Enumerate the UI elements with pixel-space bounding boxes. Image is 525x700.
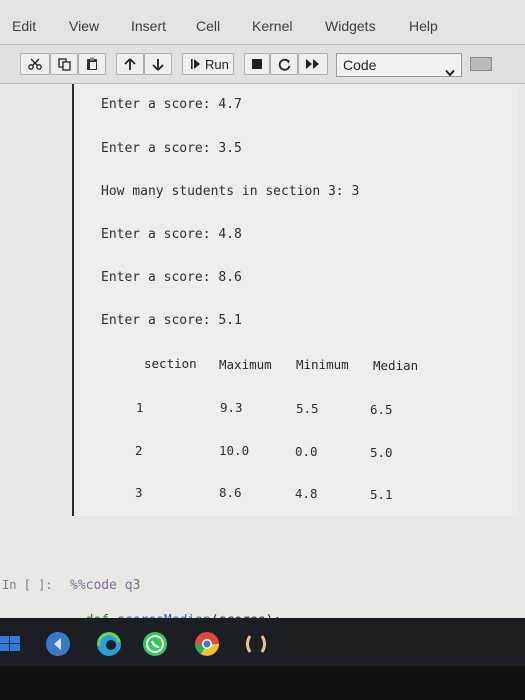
output-line: Enter a score: 4.7 — [101, 97, 242, 112]
stop-icon — [252, 59, 262, 69]
chevron-down-icon — [445, 61, 455, 83]
table-cell: 8.6 — [219, 485, 242, 500]
move-up-button[interactable] — [116, 53, 144, 75]
menu-insert[interactable]: Insert — [131, 18, 166, 34]
windows-icon[interactable] — [0, 630, 22, 658]
app-icon[interactable] — [242, 630, 270, 658]
paste-icon — [86, 57, 98, 71]
menu-kernel[interactable]: Kernel — [252, 18, 292, 34]
menu-widgets[interactable]: Widgets — [325, 18, 376, 34]
cut-button[interactable] — [20, 53, 50, 75]
restart-button[interactable] — [270, 53, 298, 75]
keyboard-icon[interactable] — [470, 57, 492, 71]
paste-button[interactable] — [78, 53, 106, 75]
menu-cell[interactable]: Cell — [196, 18, 220, 34]
table-cell: 5.0 — [370, 445, 393, 460]
table-cell: 3 — [135, 485, 143, 500]
output-line: Enter a score: 4.8 — [101, 227, 242, 242]
restart-icon — [278, 58, 291, 71]
code-line-magic[interactable]: %%code q3 — [70, 578, 140, 593]
run-icon — [191, 58, 201, 70]
table-header: Median — [373, 358, 419, 373]
table-cell: 5.5 — [296, 401, 319, 416]
stop-button[interactable] — [244, 53, 270, 75]
cut-icon — [28, 58, 42, 70]
table-cell: 0.0 — [295, 444, 318, 459]
output-line: Enter a score: 3.5 — [101, 141, 242, 156]
table-cell: 5.1 — [370, 487, 393, 502]
table-header: Minimum — [296, 357, 349, 372]
copy-button[interactable] — [50, 53, 78, 75]
menu-help[interactable]: Help — [409, 18, 438, 34]
table-cell: 9.3 — [220, 400, 243, 415]
run-button[interactable]: Run — [182, 53, 234, 75]
table-cell: 4.8 — [295, 486, 318, 501]
cell-prompt: In [ ]: — [2, 578, 53, 592]
table-cell: 6.5 — [370, 402, 393, 417]
move-down-icon — [152, 58, 164, 71]
table-cell: 2 — [135, 443, 143, 458]
output-line: How many students in section 3: 3 — [101, 184, 360, 199]
output-line: Enter a score: 8.6 — [101, 270, 242, 285]
table-header: section — [144, 356, 197, 371]
copy-icon — [57, 57, 71, 71]
table-header: Maximum — [219, 357, 272, 372]
cell-type-select[interactable]: Code — [336, 53, 462, 77]
table-cell: 1 — [136, 400, 144, 415]
menu-bar: Edit View Insert Cell Kernel Widgets Hel… — [0, 0, 525, 45]
move-up-icon — [124, 57, 136, 71]
output-line: Enter a score: 5.1 — [101, 313, 242, 328]
move-down-button[interactable] — [144, 53, 172, 75]
edge-icon[interactable] — [95, 630, 123, 658]
chrome-icon[interactable] — [193, 630, 221, 658]
menu-edit[interactable]: Edit — [12, 18, 36, 34]
media-icon[interactable] — [44, 630, 72, 658]
menu-view[interactable]: View — [69, 18, 99, 34]
whatsapp-icon[interactable] — [141, 630, 169, 658]
table-cell: 10.0 — [219, 443, 250, 458]
cell-type-value: Code — [343, 57, 377, 73]
run-label: Run — [205, 56, 229, 72]
restart-run-all-button[interactable] — [298, 53, 328, 75]
fast-forward-icon — [306, 59, 320, 69]
